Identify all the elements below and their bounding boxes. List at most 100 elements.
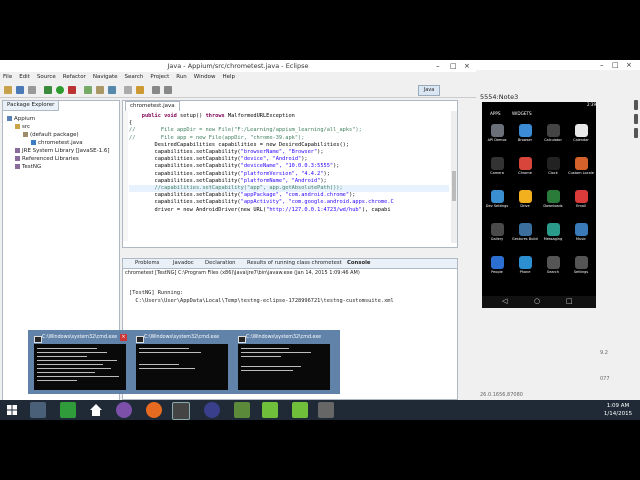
search-icon[interactable] [136, 86, 144, 94]
nav-bar: ◁ ○ □ [482, 296, 596, 308]
menu-project[interactable]: Project [150, 74, 169, 80]
menu-edit[interactable]: Edit [19, 74, 30, 80]
eclipse-icon[interactable] [204, 402, 220, 418]
app-music[interactable]: Music [568, 223, 594, 241]
app-dev-settings[interactable]: Dev Settings [484, 190, 510, 208]
tab-console[interactable]: Console [347, 259, 371, 268]
external-tools-icon[interactable] [68, 86, 76, 94]
code-line: // File appDir = new File("F:/Learning/a… [129, 127, 449, 134]
app-chrome[interactable]: Chrome [512, 157, 538, 175]
app-messaging[interactable]: Messaging [540, 223, 566, 241]
app-icon[interactable] [318, 402, 334, 418]
editor-tab[interactable]: chrometest.java [125, 101, 180, 111]
emulator-control[interactable] [634, 128, 638, 138]
maximize-button[interactable]: □ [612, 61, 619, 69]
app-custom-locale[interactable]: Custom Locale [568, 157, 594, 175]
tree-item-testng[interactable]: TestNG [7, 163, 110, 171]
debug-icon[interactable] [44, 86, 52, 94]
app-clock[interactable]: Clock [540, 157, 566, 175]
tab-apps[interactable]: APPS [490, 111, 501, 116]
preview-window-2[interactable]: C:\Windows\system32\cmd.exe [134, 334, 230, 390]
app-label: People [491, 270, 503, 274]
save-icon[interactable] [16, 86, 24, 94]
tab-widgets[interactable]: WIDGETS [512, 111, 532, 116]
menu-navigate[interactable]: Navigate [93, 74, 118, 80]
code-area[interactable]: public void setup() throws MalformedURLE… [129, 113, 449, 214]
tab-results[interactable]: Results of running class chrometest [247, 259, 342, 268]
code-editor[interactable]: chrometest.java public void setup() thro… [122, 100, 458, 248]
home-icon[interactable] [88, 402, 104, 418]
minimize-button[interactable]: – [436, 62, 440, 70]
menu-refactor[interactable]: Refactor [63, 74, 86, 80]
system-clock[interactable]: 1:09 AM 1/14/2015 [598, 402, 638, 418]
app-people[interactable]: People [484, 256, 510, 274]
start-button[interactable] [4, 402, 20, 418]
firefox-icon[interactable] [146, 402, 162, 418]
recents-icon[interactable]: □ [566, 297, 573, 305]
new-package-icon[interactable] [96, 86, 104, 94]
forward-icon[interactable] [164, 86, 172, 94]
perspective-java[interactable]: Java [418, 85, 440, 96]
menu-help[interactable]: Help [222, 74, 235, 80]
ie-icon[interactable] [30, 402, 46, 418]
open-type-icon[interactable] [124, 86, 132, 94]
back-icon[interactable]: ◁ [502, 297, 507, 305]
tree-item-file[interactable]: chrometest.java [7, 139, 110, 147]
app-label: Downloads [543, 204, 563, 208]
emulator-icon[interactable] [234, 402, 250, 418]
close-button[interactable]: × [464, 62, 470, 70]
home-icon[interactable]: ○ [534, 297, 540, 305]
camtasia-icon[interactable] [262, 402, 278, 418]
tree-item-default-package[interactable]: (default package) [7, 131, 110, 139]
app-phone[interactable]: Phone [512, 256, 538, 274]
tab-javadoc[interactable]: Javadoc [173, 259, 194, 268]
tree-item-project[interactable]: Appium [7, 115, 110, 123]
viber-icon[interactable] [116, 402, 132, 418]
tree-item-ref-libs[interactable]: Referenced Libraries [7, 155, 110, 163]
run-icon[interactable] [56, 86, 64, 94]
print-icon[interactable] [28, 86, 36, 94]
tab-declaration[interactable]: Declaration [205, 259, 236, 268]
app-settings[interactable]: Settings [568, 256, 594, 274]
new-class-icon[interactable] [108, 86, 116, 94]
tree-item-jre[interactable]: JRE System Library [JavaSE-1.6] [7, 147, 110, 155]
package-explorer-tab[interactable]: Package Explorer [3, 101, 60, 111]
menu-search[interactable]: Search [125, 74, 144, 80]
menu-file[interactable]: File [3, 74, 12, 80]
android-screen[interactable]: 2:39 APPS WIDGETS API Demos Browser Calcul… [482, 102, 596, 308]
app-gallery[interactable]: Gallery [484, 223, 510, 241]
preview-window-3[interactable]: C:\Windows\system32\cmd.exe [236, 334, 332, 390]
tab-problems[interactable]: Problems [135, 259, 159, 268]
app-camera[interactable]: Camera [484, 157, 510, 175]
maximize-button[interactable]: □ [450, 62, 457, 70]
emulator-control[interactable] [634, 114, 638, 124]
app-label: Drive [520, 204, 530, 208]
excel-icon[interactable] [60, 402, 76, 418]
app-drive[interactable]: Drive [512, 190, 538, 208]
menu-window[interactable]: Window [194, 74, 216, 80]
cmd-taskbar-icon[interactable] [172, 402, 190, 420]
back-icon[interactable] [152, 86, 160, 94]
close-preview-button[interactable]: × [120, 334, 127, 341]
emulator-control[interactable] [634, 100, 638, 110]
console-output[interactable]: [TestNG] Running: C:\Users\User\AppData\… [129, 290, 394, 305]
preview-window-1[interactable]: C:\Windows\system32\cmd.exe × [32, 334, 128, 390]
app-api-demos[interactable]: API Demos [484, 124, 510, 142]
tree-item-src[interactable]: src [7, 123, 110, 131]
minimize-button[interactable]: – [600, 61, 604, 69]
app-calendar[interactable]: Calendar [568, 124, 594, 142]
app-calculator[interactable]: Calculator [540, 124, 566, 142]
close-button[interactable]: × [626, 61, 632, 69]
app-browser[interactable]: Browser [512, 124, 538, 142]
app-gestures-builder[interactable]: Gestures Builder [512, 223, 538, 241]
new-java-project-icon[interactable] [84, 86, 92, 94]
scroll-thumb[interactable] [452, 171, 456, 201]
new-icon[interactable] [4, 86, 12, 94]
menu-run[interactable]: Run [176, 74, 187, 80]
editor-scrollbar[interactable] [451, 111, 457, 243]
camtasia-recorder-icon[interactable] [292, 402, 308, 418]
menu-source[interactable]: Source [37, 74, 56, 80]
app-search[interactable]: Search [540, 256, 566, 274]
app-email[interactable]: Email [568, 190, 594, 208]
app-downloads[interactable]: Downloads [540, 190, 566, 208]
